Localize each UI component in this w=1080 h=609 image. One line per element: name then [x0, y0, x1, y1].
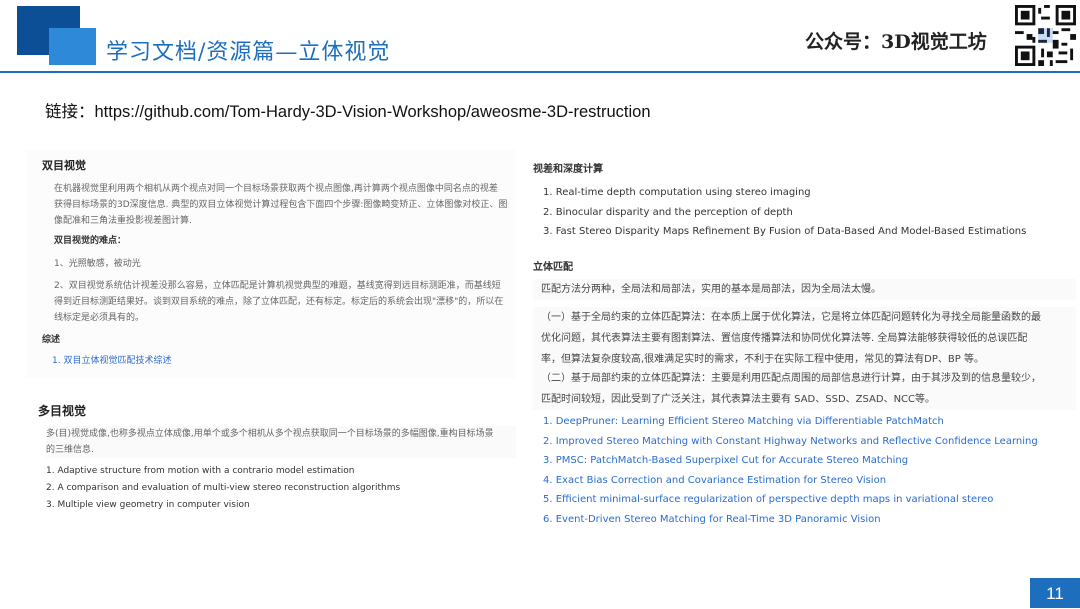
paper-link[interactable]: 2. Improved Stereo Matching with Constan… [543, 432, 1038, 452]
multiview-line: 多(目)视觉成像,也称多视点立体成像,用单个或多个相机从多个视点获取同一个目标场… [46, 429, 494, 439]
paper-link[interactable]: 4. Exact Bias Correction and Covariance … [543, 471, 1038, 491]
global-line: 优化问题，其代表算法主要有图割算法、置信度传播算法和协同优化算法等. 全局算法能… [541, 333, 1028, 344]
binocular-line: 在机器视觉里利用两个相机从两个视点对同一个目标场景获取两个视点图像,再计算两个视… [54, 184, 498, 194]
list-item: 2. Binocular disparity and the perceptio… [543, 206, 793, 218]
binocular-line: 像配准和三角法重投影视差图计算. [54, 216, 192, 226]
binocular-panel: 双目视觉 在机器视觉里利用两个相机从两个视点对同一个目标场景获取两个视点图像,再… [26, 150, 516, 378]
disparity-list: 1. Real-time depth computation using ste… [543, 183, 1026, 242]
paper-link[interactable]: 6. Event-Driven Stereo Matching for Real… [543, 510, 1038, 530]
repo-link-line: 链接：https://github.com/Tom-Hardy-3D-Visio… [45, 98, 651, 122]
difficulty-2: 2、双目视觉系统估计视差没那么容易，立体匹配是计算机视觉典型的难题，基线宽得到远… [54, 278, 503, 326]
disparity-heading: 视差和深度计算 [533, 164, 603, 175]
stereo-list: 1. DeepPruner: Learning Efficient Stereo… [543, 412, 1038, 529]
review-item-container: 1. 双目立体视觉匹配技术综述 [52, 353, 171, 369]
multiview-list: 1. Adaptive structure from motion with a… [46, 463, 400, 514]
page-number: 11 [1030, 578, 1080, 608]
difficulty-line: 得到近目标测距结果好。谈到双目系统的难点，除了立体匹配，还有标定。标定后的系统会… [54, 297, 504, 307]
list-item: 1. Real-time depth computation using ste… [543, 187, 811, 198]
list-item: 1. Adaptive structure from motion with a… [46, 466, 355, 476]
stereo-heading: 立体匹配 [533, 262, 573, 273]
binocular-heading: 双目视觉 [42, 159, 86, 172]
stereo-global: （一）基于全局约束的立体匹配算法：在本质上属于优化算法，它是将立体匹配问题转化为… [533, 307, 1076, 370]
repo-link[interactable]: https://github.com/Tom-Hardy-3D-Vision-W… [95, 103, 651, 121]
local-line: 匹配时间较短，因此受到了广泛关注，其代表算法主要有 SAD、SSD、ZSAD、N… [541, 394, 936, 405]
multiview-paragraph: 多(目)视觉成像,也称多视点立体成像,用单个或多个相机从多个视点获取同一个目标场… [46, 426, 516, 458]
brand-label: 公众号：3D视觉工坊 [805, 31, 987, 53]
header-square-light [49, 28, 96, 65]
list-item: 3. Multiple view geometry in computer vi… [46, 500, 250, 510]
local-line: （二）基于局部约束的立体匹配算法：主要是利用匹配点周围的局部信息进行计算，由于其… [541, 373, 1041, 384]
page-title: 学习文档/资源篇—立体视觉 [106, 40, 391, 65]
review-item[interactable]: 1. 双目立体视觉匹配技术综述 [52, 356, 171, 366]
multiview-line: 的三维信息. [46, 445, 94, 455]
list-item: 2. A comparison and evaluation of multi-… [46, 483, 401, 493]
difficulty-line: 2、双目视觉系统估计视差没那么容易，立体匹配是计算机视觉典型的难题，基线宽得到远… [54, 281, 501, 291]
global-line: （一）基于全局约束的立体匹配算法：在本质上属于优化算法，它是将立体匹配问题转化为… [541, 312, 1041, 323]
binocular-paragraph: 在机器视觉里利用两个相机从两个视点对同一个目标场景获取两个视点图像,再计算两个视… [54, 181, 507, 229]
paper-link[interactable]: 1. DeepPruner: Learning Efficient Stereo… [543, 412, 1038, 432]
binocular-line: 获得目标场景的3D深度信息. 典型的双目立体视觉计算过程包含下面四个步骤:图像畸… [54, 200, 508, 210]
list-item: 3. Fast Stereo Disparity Maps Refinement… [543, 226, 1027, 237]
stereo-intro: 匹配方法分两种，全局法和局部法，实用的基本是局部法，因为全局法太慢。 [533, 279, 1076, 300]
qr-code-icon [1015, 5, 1076, 66]
difficulty-1: 1、光照敏感，被动光 [54, 259, 141, 269]
link-label: 链接： [45, 102, 95, 121]
stereo-local: （二）基于局部约束的立体匹配算法：主要是利用匹配点周围的局部信息进行计算，由于其… [533, 368, 1076, 410]
difficulty-line: 线标定是必须具有的。 [54, 313, 145, 323]
multiview-heading: 多目视觉 [38, 404, 87, 418]
review-heading: 综述 [42, 335, 61, 345]
paper-link[interactable]: 5. Efficient minimal-surface regularizat… [543, 490, 1038, 510]
header-divider [0, 71, 1080, 73]
paper-link[interactable]: 3. PMSC: PatchMatch-Based Superpixel Cut… [543, 451, 1038, 471]
global-line: 率，但算法复杂度较高,很难满足实时的需求，不利于在实际工程中使用，常见的算法有D… [541, 354, 984, 365]
difficulty-heading: 双目视觉的难点： [54, 236, 127, 246]
